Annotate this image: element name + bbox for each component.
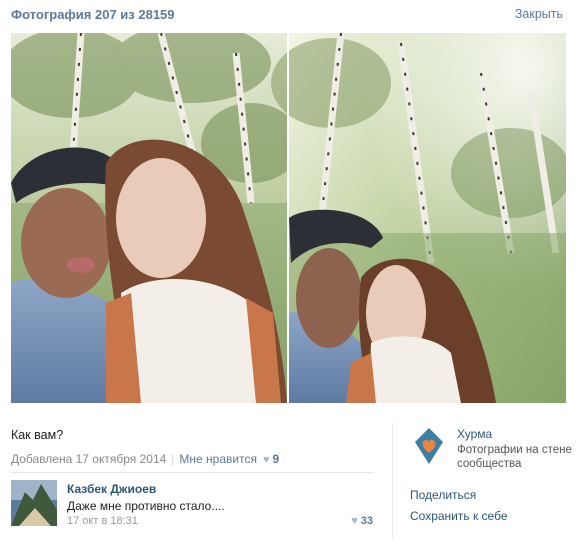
avatar[interactable] [11, 480, 57, 526]
separator: | [171, 452, 175, 466]
comment-item: Казбек Джиоев Даже мне противно стало...… [11, 480, 373, 530]
comment-text: Даже мне противно стало.... [67, 499, 225, 513]
comment-like-count: 33 [360, 515, 373, 527]
photo-caption: Как вам? [11, 428, 64, 442]
divider [11, 472, 374, 473]
group-name[interactable]: Хурма [457, 427, 492, 441]
share-button[interactable]: Поделиться [410, 488, 476, 502]
added-date: Добавлена 17 октября 2014 [11, 452, 167, 466]
photo-image[interactable] [11, 33, 566, 403]
heart-icon[interactable]: ♥ [263, 454, 270, 466]
photo-meta: Добавлена 17 октября 2014 | Мне нравится ♥ 9 [11, 452, 279, 466]
comment-time[interactable]: 17 окт в 18:31 [67, 515, 138, 527]
like-button[interactable]: Мне нравится [179, 452, 257, 466]
group-description[interactable]: Фотографии на стене сообщества [457, 443, 572, 471]
column-divider [392, 423, 393, 538]
group-info: Хурма Фотографии на стене сообщества [414, 425, 574, 475]
heart-icon: ♥ [351, 515, 358, 527]
photo-counter-title: Фотография 207 из 28159 [11, 7, 175, 22]
comment-like[interactable]: ♥ 33 [351, 515, 373, 527]
close-button[interactable]: Закрыть [515, 7, 563, 21]
save-to-album-button[interactable]: Сохранить к себе [410, 509, 508, 523]
photo-viewer-header: Фотография 207 из 28159 Закрыть [0, 0, 582, 30]
group-logo-icon[interactable] [414, 427, 444, 465]
comment-author[interactable]: Казбек Джиоев [67, 482, 156, 496]
like-count[interactable]: 9 [273, 452, 280, 466]
photo-collage [11, 33, 566, 403]
